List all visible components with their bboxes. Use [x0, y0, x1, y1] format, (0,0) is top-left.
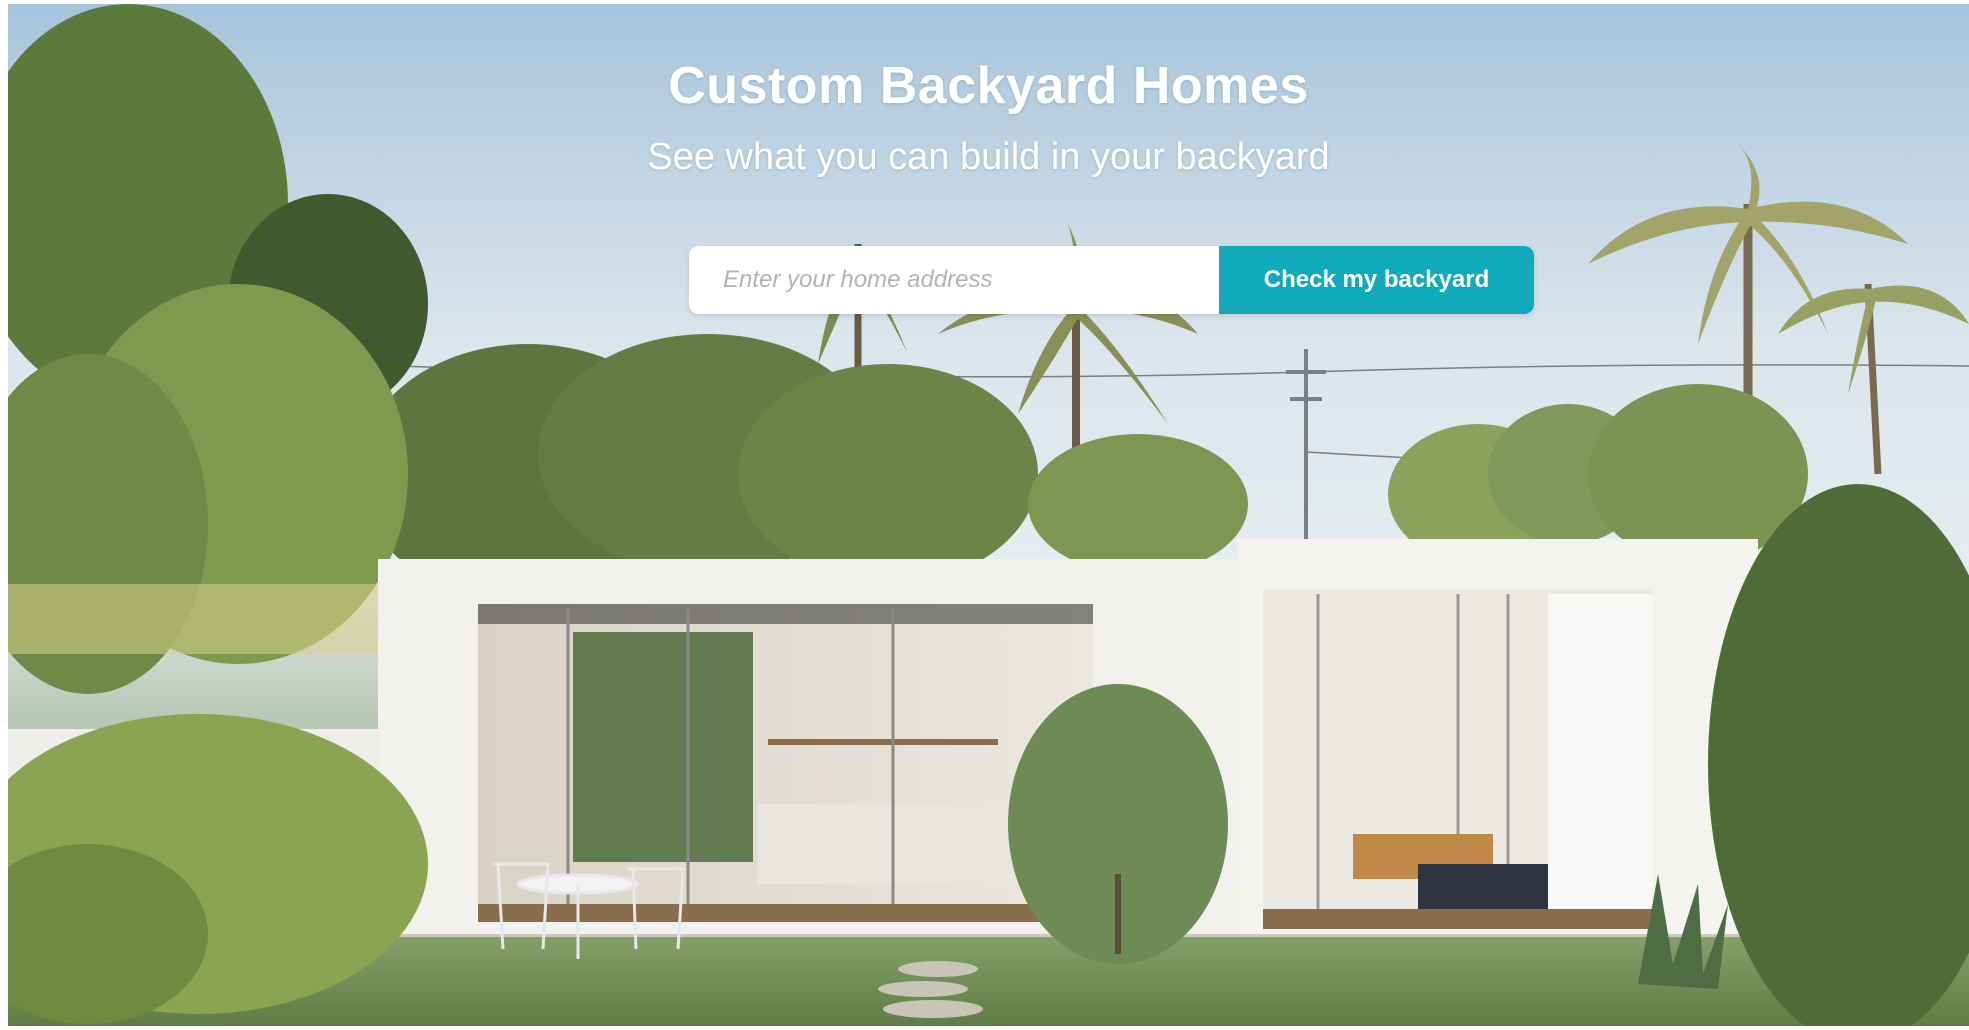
house-right-unit: [1238, 539, 1758, 934]
home-address-input[interactable]: [689, 246, 1219, 314]
hero-section: Custom Backyard Homes See what you can b…: [8, 4, 1969, 1026]
check-backyard-button[interactable]: Check my backyard: [1219, 246, 1534, 314]
address-search-form: Check my backyard: [689, 246, 1534, 314]
page-title: Custom Backyard Homes: [668, 57, 1309, 115]
page-subtitle: See what you can build in your backyard: [647, 136, 1330, 178]
